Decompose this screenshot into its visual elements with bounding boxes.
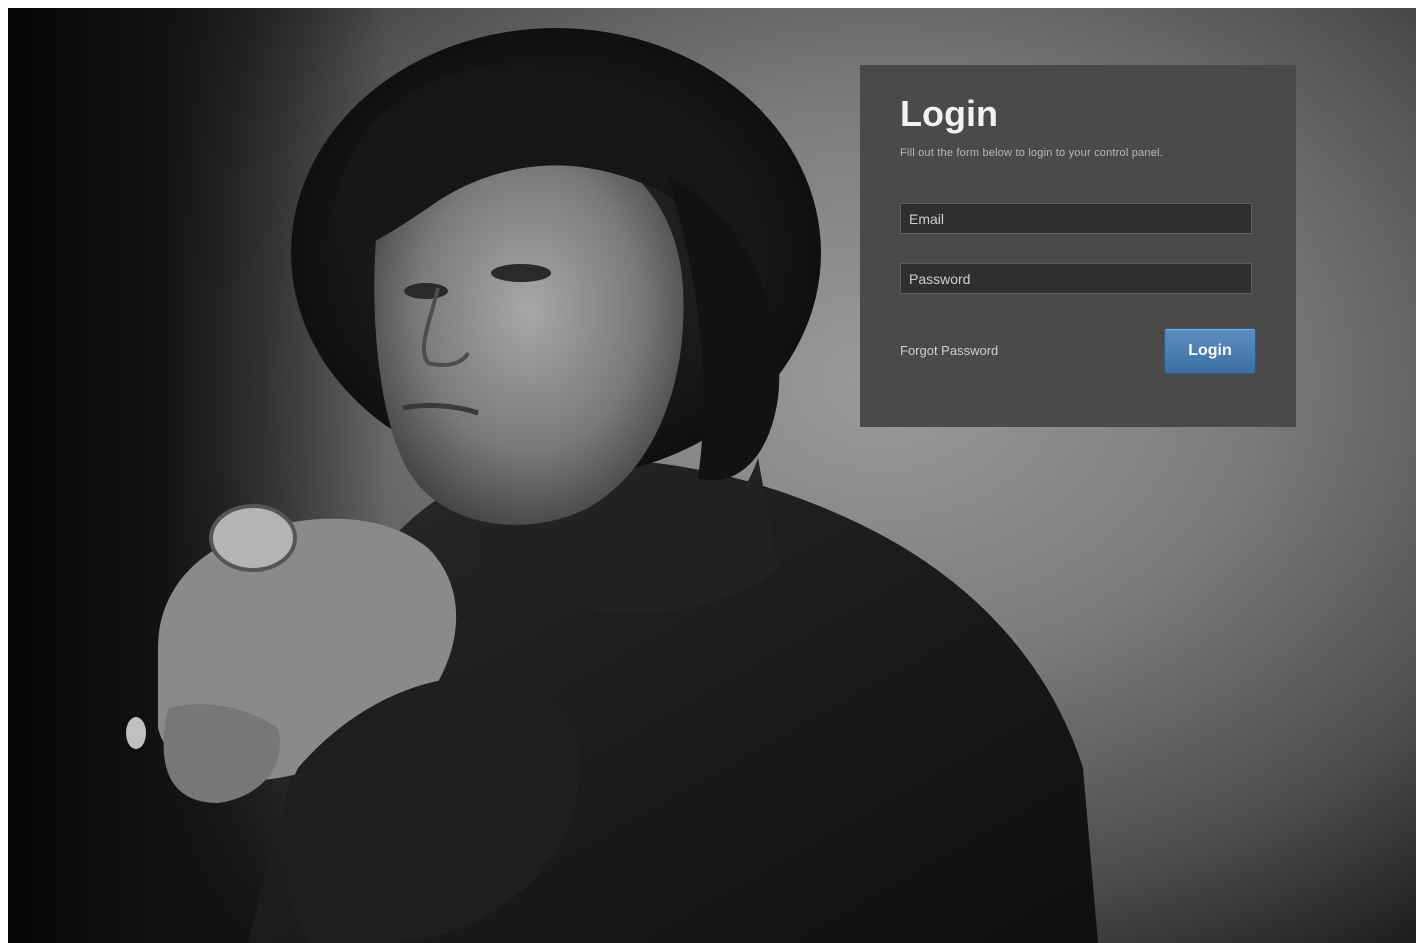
- login-card: Login Fill out the form below to login t…: [860, 65, 1296, 427]
- login-actions: Forgot Password Login: [900, 328, 1256, 378]
- forgot-password-link[interactable]: Forgot Password: [900, 343, 998, 358]
- login-button[interactable]: Login: [1164, 328, 1256, 374]
- email-field[interactable]: [900, 203, 1252, 234]
- login-subtitle: Fill out the form below to login to your…: [900, 147, 1163, 159]
- background-photo: Login Fill out the form below to login t…: [8, 8, 1416, 943]
- login-title: Login: [900, 93, 998, 134]
- password-field[interactable]: [900, 263, 1252, 294]
